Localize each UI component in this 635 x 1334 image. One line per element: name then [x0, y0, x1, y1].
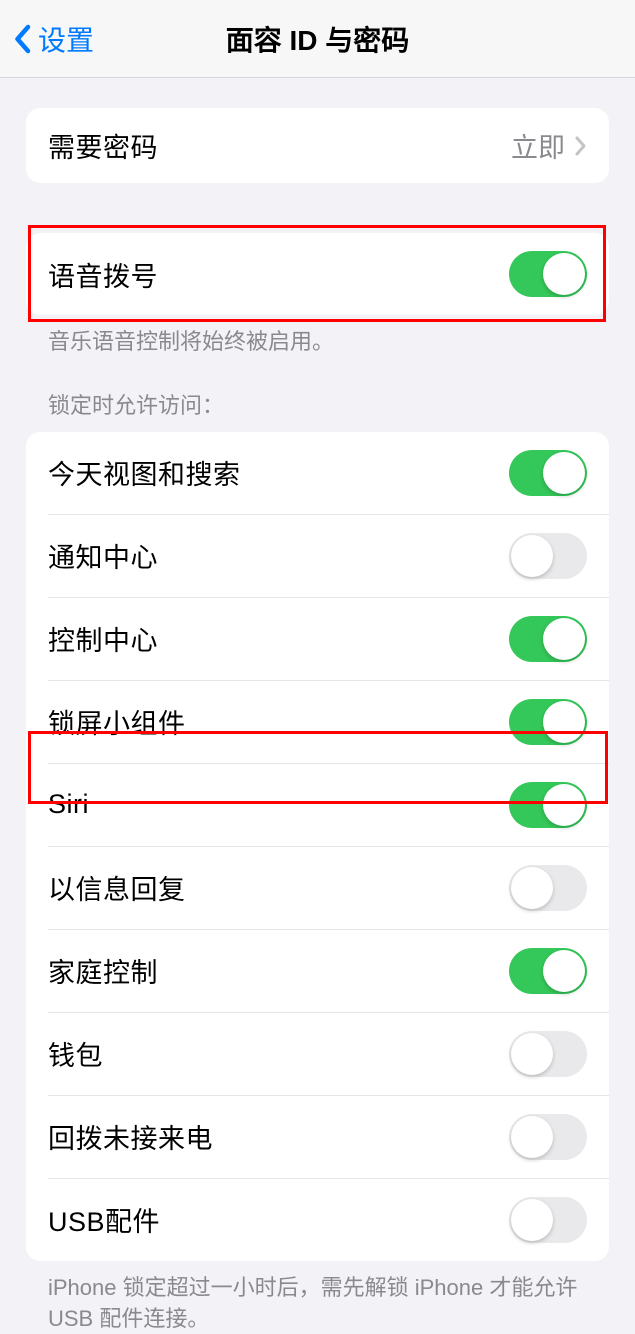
toggle-knob: [511, 535, 553, 577]
lock-access-label: 今天视图和搜索: [48, 453, 241, 492]
lock-access-toggle[interactable]: [509, 782, 587, 828]
chevron-right-icon: [575, 136, 587, 156]
lock-access-toggle[interactable]: [509, 948, 587, 994]
require-passcode-row[interactable]: 需要密码 立即: [26, 108, 609, 183]
back-button[interactable]: 设置: [12, 19, 94, 59]
lock-access-row: 锁屏小组件: [26, 681, 609, 763]
toggle-knob: [543, 253, 585, 295]
chevron-left-icon: [12, 24, 32, 54]
lock-access-toggle[interactable]: [509, 533, 587, 579]
lock-access-label: 锁屏小组件: [48, 702, 186, 741]
require-passcode-group: 需要密码 立即: [26, 108, 609, 183]
lock-access-label: 以信息回复: [48, 868, 186, 907]
lock-access-row: 今天视图和搜索: [26, 432, 609, 514]
back-label: 设置: [38, 19, 94, 59]
toggle-knob: [543, 618, 585, 660]
lock-access-label: USB配件: [48, 1200, 160, 1239]
lock-access-toggle[interactable]: [509, 1197, 587, 1243]
toggle-knob: [511, 1199, 553, 1241]
toggle-knob: [511, 1033, 553, 1075]
lock-access-toggle[interactable]: [509, 865, 587, 911]
toggle-knob: [543, 452, 585, 494]
lock-access-header: 锁定时允许访问：: [0, 358, 635, 432]
toggle-knob: [543, 950, 585, 992]
lock-access-toggle[interactable]: [509, 1114, 587, 1160]
lock-access-toggle[interactable]: [509, 616, 587, 662]
lock-access-row: 以信息回复: [26, 847, 609, 929]
lock-access-toggle[interactable]: [509, 699, 587, 745]
toggle-knob: [511, 1116, 553, 1158]
lock-access-row: 钱包: [26, 1013, 609, 1095]
toggle-knob: [543, 701, 585, 743]
lock-access-label: 钱包: [48, 1034, 103, 1073]
voice-dial-footer: 音乐语音控制将始终被启用。: [0, 315, 635, 358]
require-passcode-value-wrap: 立即: [511, 126, 587, 165]
lock-access-label: 回拨未接来电: [48, 1117, 213, 1156]
lock-access-label: 控制中心: [48, 619, 158, 658]
lock-access-label: 家庭控制: [48, 951, 158, 990]
lock-access-row: 回拨未接来电: [26, 1096, 609, 1178]
lock-access-toggle[interactable]: [509, 1031, 587, 1077]
toggle-knob: [511, 867, 553, 909]
voice-dial-row: 语音拨号: [26, 233, 609, 315]
require-passcode-label: 需要密码: [48, 126, 158, 165]
lock-access-label: 通知中心: [48, 536, 158, 575]
lock-access-row: 控制中心: [26, 598, 609, 680]
lock-access-label: Siri: [48, 789, 89, 820]
toggle-knob: [543, 784, 585, 826]
lock-access-row: 家庭控制: [26, 930, 609, 1012]
page-title: 面容 ID 与密码: [226, 19, 410, 59]
lock-access-footer: iPhone 锁定超过一小时后，需先解锁 iPhone 才能允许USB 配件连接…: [0, 1261, 635, 1334]
require-passcode-value: 立即: [511, 126, 565, 165]
lock-access-toggle[interactable]: [509, 450, 587, 496]
voice-dial-group: 语音拨号: [26, 233, 609, 315]
content: 需要密码 立即 语音拨号 音乐语音控制将始终被启用。 锁定时允许访问： 今天视图…: [0, 78, 635, 1334]
voice-dial-toggle[interactable]: [509, 251, 587, 297]
voice-dial-label: 语音拨号: [48, 255, 158, 294]
lock-access-row: Siri: [26, 764, 609, 846]
header-bar: 设置 面容 ID 与密码: [0, 0, 635, 78]
lock-access-group: 今天视图和搜索通知中心控制中心锁屏小组件 Siri 以信息回复家庭控制钱包回拨未接来…: [26, 432, 609, 1261]
lock-access-row: USB配件: [26, 1179, 609, 1261]
lock-access-row: 通知中心: [26, 515, 609, 597]
